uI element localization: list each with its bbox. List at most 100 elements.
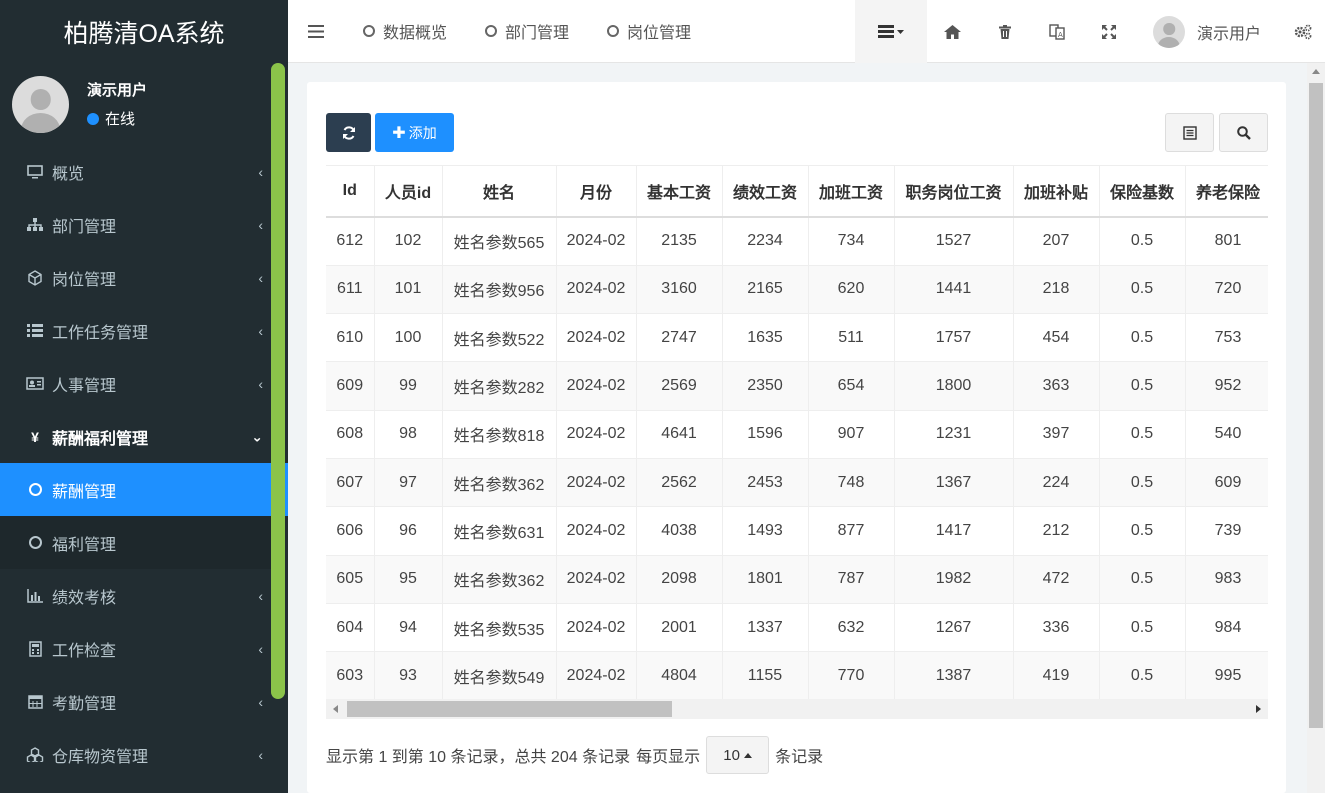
online-dot-icon bbox=[87, 112, 99, 125]
tab-position[interactable]: 岗位管理 bbox=[588, 0, 710, 63]
scroll-right-icon[interactable] bbox=[1256, 705, 1261, 713]
table-cell: 218 bbox=[1013, 264, 1100, 314]
sidebar-item-attendance[interactable]: 考勤管理 ‹ bbox=[0, 675, 271, 728]
avatar bbox=[12, 75, 69, 133]
table-cell: 2453 bbox=[722, 457, 809, 507]
table-cell: 姓名参数535 bbox=[442, 602, 557, 652]
table-cell: 1155 bbox=[722, 651, 809, 699]
sidebar-item-hr[interactable]: 人事管理 ‹ bbox=[0, 357, 271, 410]
column-header[interactable]: 绩效工资 bbox=[722, 166, 809, 218]
table-cell: 212 bbox=[1013, 506, 1100, 556]
table-horizontal-scrollbar[interactable] bbox=[326, 699, 1268, 719]
table-cell: 0.5 bbox=[1099, 651, 1186, 699]
sidebar-item-performance[interactable]: 绩效考核 ‹ bbox=[0, 569, 271, 622]
table-cell: 1493 bbox=[722, 506, 809, 556]
user-panel: 演示用户 在线 bbox=[0, 63, 288, 145]
sidebar-scrollbar[interactable] bbox=[271, 63, 285, 699]
hamburger-icon bbox=[308, 24, 324, 38]
refresh-button[interactable] bbox=[326, 113, 371, 152]
table-cell: 207 bbox=[1013, 216, 1100, 266]
sidebar-item-overview[interactable]: 概览 ‹ bbox=[0, 145, 271, 198]
table-cell: 603 bbox=[326, 651, 375, 699]
sidebar-item-department[interactable]: 部门管理 ‹ bbox=[0, 198, 271, 251]
table-row[interactable]: 611 101 姓名参数956 2024-02 3160 2165 620 1441 218 0.… bbox=[326, 264, 1268, 314]
table-cell: 1757 bbox=[894, 313, 1014, 362]
column-header[interactable]: 月份 bbox=[556, 166, 637, 218]
table-row[interactable]: 607 97 姓名参数362 2024-02 2562 2453 748 1367 224 0.5… bbox=[326, 457, 1268, 507]
column-header[interactable]: 人员id bbox=[374, 166, 443, 218]
column-header[interactable]: 姓名 bbox=[442, 166, 557, 218]
content-panel: ✚ 添加 Id 人员id 姓名 月份 基本工资 绩效工资 加班工资 职务岗位工资 加班补贴 保险基… bbox=[307, 82, 1286, 793]
table-cell: 97 bbox=[374, 457, 443, 507]
table-row[interactable]: 603 93 姓名参数549 2024-02 4804 1155 770 1387 419 0.5… bbox=[326, 651, 1268, 699]
table-row[interactable]: 612 102 姓名参数565 2024-02 2135 2234 734 1527 207 0.… bbox=[326, 216, 1268, 266]
gears-icon bbox=[1294, 24, 1312, 39]
sidebar-item-compensation[interactable]: ¥ 薪酬福利管理 ⌄ bbox=[0, 410, 271, 463]
chevron-left-icon: ‹ bbox=[258, 746, 263, 763]
user-status: 在线 bbox=[87, 108, 147, 129]
translate-button[interactable]: A bbox=[1031, 0, 1083, 63]
search-button[interactable] bbox=[1219, 113, 1268, 152]
column-header[interactable]: Id bbox=[326, 166, 375, 218]
tab-department[interactable]: 部门管理 bbox=[466, 0, 588, 63]
table-cell: 1982 bbox=[894, 554, 1014, 604]
table-cell: 0.5 bbox=[1099, 361, 1186, 411]
table-cell: 734 bbox=[808, 216, 895, 266]
table-cell: 540 bbox=[1185, 409, 1268, 459]
table-cell: 1267 bbox=[894, 602, 1014, 652]
table-row[interactable]: 604 94 姓名参数535 2024-02 2001 1337 632 1267 336 0.5… bbox=[326, 602, 1268, 652]
table-row[interactable]: 609 99 姓名参数282 2024-02 2569 2350 654 1800 363 0.5… bbox=[326, 361, 1268, 411]
add-button[interactable]: ✚ 添加 bbox=[375, 113, 454, 152]
caret-up-icon bbox=[743, 752, 752, 758]
table-row[interactable]: 610 100 姓名参数522 2024-02 2747 1635 511 1757 454 0.… bbox=[326, 313, 1268, 362]
table-cell: 0.5 bbox=[1099, 506, 1186, 556]
chevron-left-icon: ‹ bbox=[258, 693, 263, 710]
sidebar-item-position[interactable]: 岗位管理 ‹ bbox=[0, 251, 271, 304]
list-icon bbox=[26, 324, 44, 337]
home-button[interactable] bbox=[927, 0, 979, 63]
fullscreen-button[interactable] bbox=[1083, 0, 1135, 63]
table-cell: 224 bbox=[1013, 457, 1100, 507]
sidebar-item-warehouse[interactable]: 仓库物资管理 ‹ bbox=[0, 728, 271, 781]
table-cell: 0.5 bbox=[1099, 216, 1186, 266]
clear-cache-button[interactable] bbox=[979, 0, 1031, 63]
user-menu[interactable]: 演示用户 bbox=[1135, 15, 1281, 48]
menu-toggle-button[interactable] bbox=[288, 0, 344, 63]
table-cell: 4804 bbox=[636, 651, 723, 699]
bar-chart-icon bbox=[26, 588, 44, 603]
settings-button[interactable] bbox=[1281, 0, 1325, 63]
table-cell: 454 bbox=[1013, 313, 1100, 362]
scrollbar-thumb[interactable] bbox=[1309, 83, 1323, 728]
table-row[interactable]: 606 96 姓名参数631 2024-02 4038 1493 877 1417 212 0.5… bbox=[326, 506, 1268, 556]
scroll-left-icon[interactable] bbox=[333, 705, 338, 713]
column-header[interactable]: 保险基数 bbox=[1099, 166, 1186, 218]
column-header[interactable]: 加班工资 bbox=[808, 166, 895, 218]
sidebar-item-inspection[interactable]: 工作检查 ‹ bbox=[0, 622, 271, 675]
scrollbar-thumb[interactable] bbox=[347, 701, 672, 717]
column-header[interactable]: 加班补贴 bbox=[1013, 166, 1100, 218]
sidebar-item-salary[interactable]: 薪酬管理 bbox=[0, 463, 288, 516]
chevron-left-icon: ‹ bbox=[258, 322, 263, 339]
table-cell: 608 bbox=[326, 409, 375, 459]
table-cell: 511 bbox=[808, 313, 895, 362]
table-row[interactable]: 608 98 姓名参数818 2024-02 4641 1596 907 1231 397 0.5… bbox=[326, 409, 1268, 459]
column-header[interactable]: 养老保险 bbox=[1185, 166, 1268, 218]
column-header[interactable]: 职务岗位工资 bbox=[894, 166, 1014, 218]
table-cell: 姓名参数362 bbox=[442, 554, 557, 604]
calendar-icon bbox=[26, 694, 44, 709]
tab-options-button[interactable] bbox=[854, 0, 927, 63]
chevron-left-icon: ‹ bbox=[258, 216, 263, 233]
table-cell: 607 bbox=[326, 457, 375, 507]
table-cell: 99 bbox=[374, 361, 443, 411]
tab-data-overview[interactable]: 数据概览 bbox=[344, 0, 466, 63]
sidebar-item-tasks[interactable]: 工作任务管理 ‹ bbox=[0, 304, 271, 357]
columns-button[interactable] bbox=[1165, 113, 1214, 152]
table-cell: 姓名参数362 bbox=[442, 457, 557, 507]
table-cell: 94 bbox=[374, 602, 443, 652]
page-size-dropdown[interactable]: 10 bbox=[706, 736, 770, 774]
table-cell: 0.5 bbox=[1099, 554, 1186, 604]
page-scrollbar[interactable] bbox=[1307, 63, 1325, 793]
table-row[interactable]: 605 95 姓名参数362 2024-02 2098 1801 787 1982 472 0.5… bbox=[326, 554, 1268, 604]
column-header[interactable]: 基本工资 bbox=[636, 166, 723, 218]
sidebar-item-welfare[interactable]: 福利管理 bbox=[0, 516, 271, 569]
